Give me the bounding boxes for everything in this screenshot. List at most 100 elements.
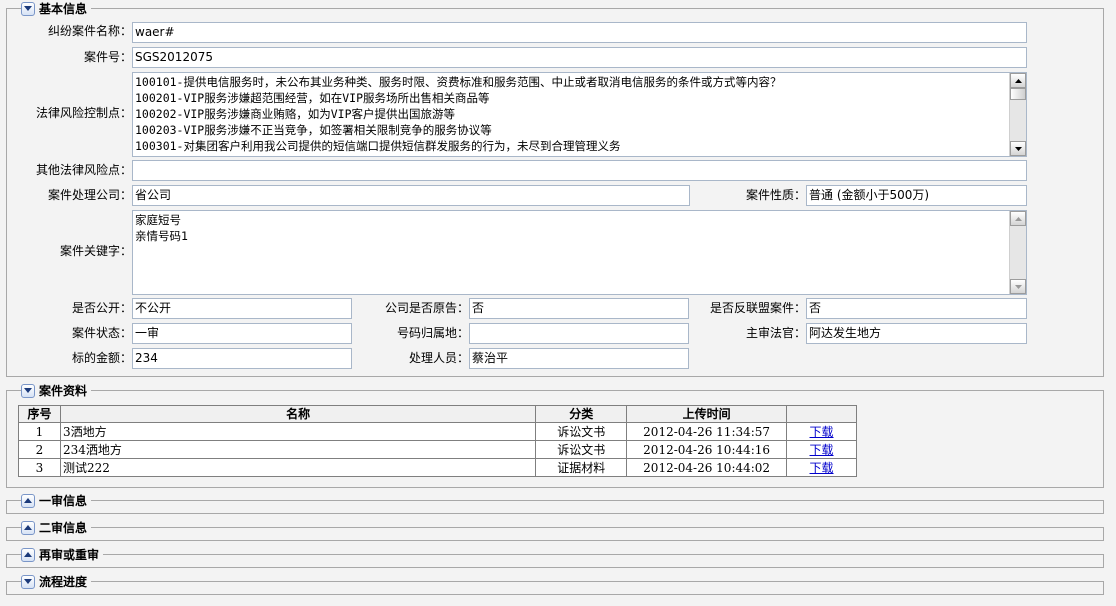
scroll-up-button[interactable] xyxy=(1010,211,1026,226)
row-name: 234洒地方 xyxy=(59,440,537,459)
progress-title: 流程进度 xyxy=(39,575,88,589)
col-header-name: 名称 xyxy=(59,405,537,423)
arrow-up-icon xyxy=(1014,216,1022,221)
chevron-down-icon xyxy=(24,388,32,393)
progress-section: 流程进度 xyxy=(6,574,1104,595)
progress-toggle[interactable] xyxy=(21,575,35,589)
case-files-section: 案件资料 序号 名称 分类 上传时间 1 3洒地方 诉讼文书 2012-04-2… xyxy=(6,383,1104,488)
retrial-toggle[interactable] xyxy=(21,548,35,562)
row-category: 证据材料 xyxy=(535,458,628,477)
antimonopoly-input[interactable]: 否 xyxy=(806,298,1027,319)
risk-scrollbar[interactable] xyxy=(1009,73,1026,156)
case-no-input[interactable]: SGS2012075 xyxy=(132,47,1027,68)
row-time: 2012-04-26 11:34:57 xyxy=(626,422,788,441)
risk-line: 100201-VIP服务涉嫌超范围经营，如在VIP服务场所出售相关商品等 xyxy=(135,91,490,105)
risk-points-label: 法律风险控制点： xyxy=(35,106,132,120)
scroll-thumb[interactable] xyxy=(1010,88,1026,100)
row-no: 1 xyxy=(18,422,61,441)
risk-line: 100202-VIP服务涉嫌商业贿赂，如为VIP客户提供出国旅游等 xyxy=(135,107,456,121)
table-row: 2 234洒地方 诉讼文书 2012-04-26 10:44:16 下载 xyxy=(18,440,857,459)
amount-input[interactable]: 234 xyxy=(132,348,352,369)
company-input[interactable]: 省公司 xyxy=(132,185,690,206)
status-input[interactable]: 一审 xyxy=(132,323,352,344)
first-instance-toggle[interactable] xyxy=(21,494,35,508)
basic-info-toggle[interactable] xyxy=(21,2,35,16)
case-files-toggle[interactable] xyxy=(21,384,35,398)
case-files-title: 案件资料 xyxy=(39,384,88,398)
chevron-up-icon xyxy=(24,552,32,557)
region-input[interactable] xyxy=(469,323,689,344)
basic-info-legend: 基本信息 xyxy=(21,1,92,17)
handler-label: 处理人员： xyxy=(408,351,469,365)
antimonopoly-label: 是否反联盟案件： xyxy=(709,301,806,315)
retrial-title: 再审或重审 xyxy=(39,548,100,562)
table-row: 1 3洒地方 诉讼文书 2012-04-26 11:34:57 下载 xyxy=(18,422,857,441)
plaintiff-input[interactable]: 否 xyxy=(469,298,689,319)
first-instance-section: 一审信息 xyxy=(6,493,1104,514)
second-instance-title: 二审信息 xyxy=(39,521,88,535)
first-instance-title: 一审信息 xyxy=(39,494,88,508)
arrow-down-icon xyxy=(1014,284,1022,289)
row-time: 2012-04-26 10:44:16 xyxy=(626,440,788,459)
chevron-down-icon xyxy=(24,6,32,11)
col-header-no: 序号 xyxy=(18,405,61,423)
other-risk-input[interactable] xyxy=(132,160,1027,181)
public-input[interactable]: 不公开 xyxy=(132,298,352,319)
row-category: 诉讼文书 xyxy=(535,422,628,441)
case-name-input[interactable]: waer# xyxy=(132,22,1027,43)
risk-line: 100301-对集团客户利用我公司提供的短信端口提供短信群发服务的行为，未尽到合… xyxy=(135,139,621,153)
download-link[interactable]: 下载 xyxy=(810,461,834,475)
download-link[interactable]: 下载 xyxy=(810,443,834,457)
row-name: 测试222 xyxy=(59,458,537,477)
judge-input[interactable]: 阿达发生地方 xyxy=(806,323,1027,344)
arrow-down-icon xyxy=(1014,146,1022,151)
judge-label: 主审法官： xyxy=(745,326,806,340)
nature-input[interactable]: 普通 (金额小于500万) xyxy=(806,185,1027,206)
chevron-up-icon xyxy=(24,498,32,503)
second-instance-section: 二审信息 xyxy=(6,520,1104,541)
case-files-legend: 案件资料 xyxy=(21,383,92,399)
col-header-action xyxy=(786,405,857,423)
risk-line: 100101-提供电信服务时，未公布其业务种类、服务时限、资费标准和服务范围、中… xyxy=(135,75,782,89)
basic-info-title: 基本信息 xyxy=(39,2,88,16)
keyword-line: 亲情号码1 xyxy=(135,229,188,243)
plaintiff-label: 公司是否原告： xyxy=(384,301,469,315)
table-header-row: 序号 名称 分类 上传时间 xyxy=(18,405,857,423)
row-no: 3 xyxy=(18,458,61,477)
row-category: 诉讼文书 xyxy=(535,440,628,459)
col-header-category: 分类 xyxy=(535,405,628,423)
col-header-upload-time: 上传时间 xyxy=(626,405,788,423)
second-instance-legend: 二审信息 xyxy=(21,520,92,536)
handler-input[interactable]: 蔡治平 xyxy=(469,348,689,369)
row-action-cell: 下载 xyxy=(786,458,857,477)
status-label: 案件状态： xyxy=(71,326,132,340)
company-label: 案件处理公司： xyxy=(47,188,132,202)
case-no-label: 案件号： xyxy=(83,50,132,64)
keywords-label: 案件关键字： xyxy=(59,244,132,258)
row-name: 3洒地方 xyxy=(59,422,537,441)
row-action-cell: 下载 xyxy=(786,422,857,441)
progress-legend: 流程进度 xyxy=(21,574,92,590)
risk-line: 100203-VIP服务涉嫌不正当竞争，如签署相关限制竞争的服务协议等 xyxy=(135,123,492,137)
keywords-textarea[interactable]: 家庭短号 亲情号码1 xyxy=(132,210,1027,295)
first-instance-legend: 一审信息 xyxy=(21,493,92,509)
risk-points-textarea[interactable]: 100101-提供电信服务时，未公布其业务种类、服务时限、资费标准和服务范围、中… xyxy=(132,72,1027,157)
scroll-down-button[interactable] xyxy=(1010,279,1026,294)
download-link[interactable]: 下载 xyxy=(810,425,834,439)
nature-label: 案件性质： xyxy=(745,188,806,202)
arrow-up-icon xyxy=(1014,78,1022,83)
row-time: 2012-04-26 10:44:02 xyxy=(626,458,788,477)
chevron-down-icon xyxy=(24,579,32,584)
chevron-up-icon xyxy=(24,525,32,530)
keywords-scrollbar[interactable] xyxy=(1009,211,1026,294)
table-row: 3 测试222 证据材料 2012-04-26 10:44:02 下载 xyxy=(18,458,857,477)
scroll-up-button[interactable] xyxy=(1010,73,1026,88)
retrial-section: 再审或重审 xyxy=(6,547,1104,568)
basic-info-section: 基本信息 纠纷案件名称： waer# 案件号： SGS2012075 法律风险控… xyxy=(6,1,1104,377)
row-action-cell: 下载 xyxy=(786,440,857,459)
row-no: 2 xyxy=(18,440,61,459)
second-instance-toggle[interactable] xyxy=(21,521,35,535)
keyword-line: 家庭短号 xyxy=(135,213,181,227)
scroll-down-button[interactable] xyxy=(1010,141,1026,156)
region-label: 号码归属地： xyxy=(396,326,469,340)
